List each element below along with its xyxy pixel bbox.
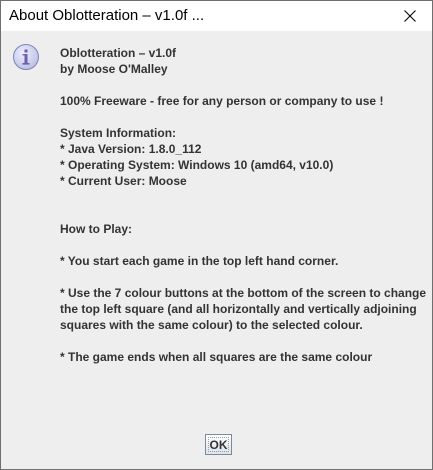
close-button[interactable] <box>388 1 432 31</box>
ok-button-label: OK <box>209 437 228 452</box>
ok-button[interactable]: OK <box>205 434 232 455</box>
message-line: How to Play: <box>60 222 133 236</box>
message-line: * Current User: Moose <box>60 174 187 188</box>
dialog-message: Oblotteration – v1.0f by Moose O'Malley 10… <box>60 45 426 365</box>
message-line: * You start each game in the top left ha… <box>60 254 339 268</box>
window-title: About Oblotteration – v1.0f ... <box>9 7 205 24</box>
message-line: * Java Version: 1.8.0_112 <box>60 142 202 156</box>
message-line: * Operating System: Windows 10 (amd64, v… <box>60 158 334 172</box>
about-dialog-window: About Oblotteration – v1.0f ... Oblotter… <box>0 0 433 470</box>
message-line: * The game ends when all squares are the… <box>60 350 373 364</box>
info-icon <box>13 44 39 70</box>
message-line: * Use the 7 colour buttons at the bottom… <box>60 286 427 300</box>
message-line: 100% Freeware - free for any person or c… <box>60 94 384 108</box>
message-line: System Information: <box>60 126 177 140</box>
message-line: squares with the same colour) to the sel… <box>60 318 363 332</box>
close-icon <box>404 10 416 22</box>
message-line: Oblotteration – v1.0f <box>60 46 177 60</box>
title-bar[interactable]: About Oblotteration – v1.0f ... <box>1 1 432 31</box>
message-line: by Moose O'Malley <box>60 62 168 76</box>
dialog-content: Oblotteration – v1.0f by Moose O'Malley 10… <box>1 31 432 469</box>
message-line: the top left square (and all horizontall… <box>60 302 417 316</box>
